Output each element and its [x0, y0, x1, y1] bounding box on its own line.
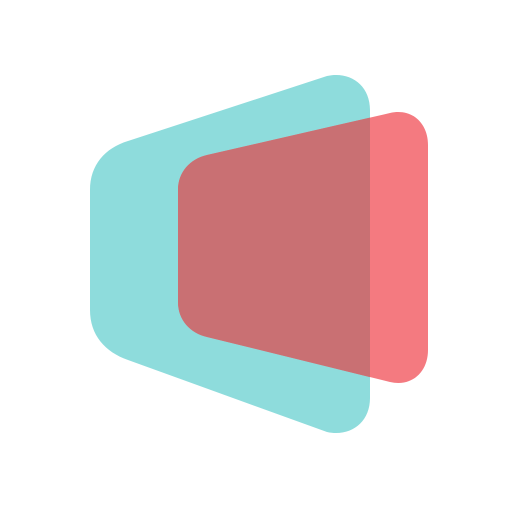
overlapping-trapezoids-logo-icon: [90, 74, 428, 434]
app-icon-canvas: [0, 0, 512, 512]
